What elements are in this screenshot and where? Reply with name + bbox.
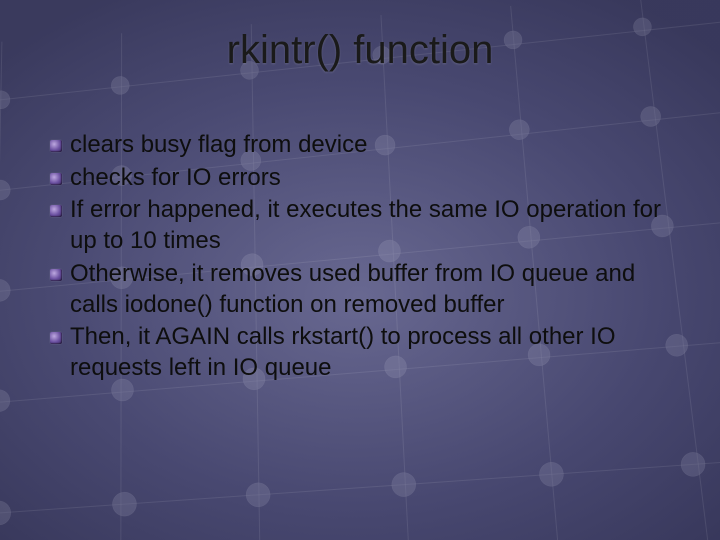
- slide: rkintr() function clears busy flag from …: [0, 0, 720, 540]
- bullet-icon: [50, 269, 62, 281]
- list-item: Otherwise, it removes used buffer from I…: [50, 259, 670, 320]
- list-item-text: If error happened, it executes the same …: [70, 195, 670, 256]
- list-item-text: checks for IO errors: [70, 163, 670, 194]
- list-item: checks for IO errors: [50, 163, 670, 194]
- list-item-text: clears busy flag from device: [70, 130, 670, 161]
- bullet-icon: [50, 173, 62, 185]
- list-item: Then, it AGAIN calls rkstart() to proces…: [50, 322, 670, 383]
- slide-title: rkintr() function: [0, 28, 720, 73]
- list-item: clears busy flag from device: [50, 130, 670, 161]
- bullet-icon: [50, 140, 62, 152]
- bullet-icon: [50, 332, 62, 344]
- bullet-list: clears busy flag from device checks for …: [50, 130, 670, 386]
- list-item: If error happened, it executes the same …: [50, 195, 670, 256]
- list-item-text: Otherwise, it removes used buffer from I…: [70, 259, 670, 320]
- list-item-text: Then, it AGAIN calls rkstart() to proces…: [70, 322, 670, 383]
- bullet-icon: [50, 205, 62, 217]
